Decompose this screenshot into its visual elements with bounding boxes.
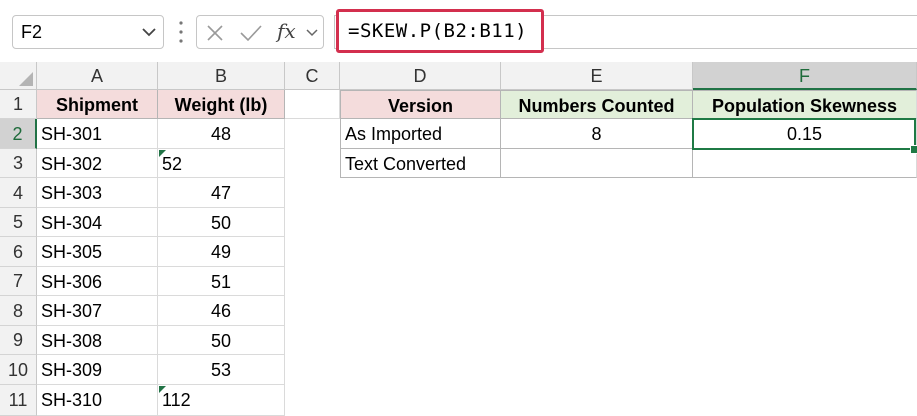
table-row-weight-text[interactable]: 112 (158, 385, 285, 416)
table-row-counted[interactable] (501, 149, 693, 178)
column-header-c[interactable]: C (285, 62, 340, 90)
row-header-5[interactable]: 5 (0, 208, 37, 237)
table-row-weight[interactable]: 49 (158, 237, 285, 267)
row-header-7[interactable]: 7 (0, 267, 37, 296)
table-row-skewness[interactable] (693, 149, 917, 178)
formula-bar: F2 fx =SKEW.P(B2:B11) (0, 0, 917, 62)
cancel-icon[interactable] (205, 24, 225, 42)
row-header-6[interactable]: 6 (0, 237, 37, 267)
table-row-weight[interactable]: 47 (158, 178, 285, 208)
header-shipment[interactable]: Shipment (37, 90, 158, 119)
table-row-weight-text[interactable]: 52 (158, 149, 285, 178)
row-header-3[interactable]: 3 (0, 149, 37, 178)
header-population-skewness[interactable]: Population Skewness (693, 90, 917, 119)
table-row-weight[interactable]: 53 (158, 355, 285, 385)
table-row-shipment[interactable]: SH-302 (37, 149, 158, 178)
row-header-1[interactable]: 1 (0, 90, 37, 119)
table-row-shipment[interactable]: SH-310 (37, 385, 158, 416)
table-row-counted[interactable]: 8 (501, 119, 693, 149)
active-cell-selection (692, 118, 916, 150)
table-row-shipment[interactable]: SH-308 (37, 326, 158, 355)
more-options-icon[interactable] (178, 19, 184, 45)
formula-input[interactable]: =SKEW.P(B2:B11) (336, 9, 544, 53)
table-row-version[interactable]: As Imported (340, 119, 501, 149)
table-row-shipment[interactable]: SH-301 (37, 119, 158, 149)
table-row-shipment[interactable]: SH-307 (37, 296, 158, 326)
row-header-9[interactable]: 9 (0, 326, 37, 355)
table-row-version[interactable]: Text Converted (340, 149, 501, 178)
row-header-11[interactable]: 11 (0, 385, 37, 416)
table-row-weight[interactable]: 50 (158, 326, 285, 355)
column-header-b[interactable]: B (158, 62, 285, 90)
row-header-10[interactable]: 10 (0, 355, 37, 385)
row-header-4[interactable]: 4 (0, 178, 37, 208)
formula-controls: fx (196, 15, 324, 49)
table-row-weight[interactable]: 48 (158, 119, 285, 149)
select-all-corner[interactable] (0, 62, 37, 90)
select-all-icon (19, 72, 33, 86)
table-row-weight[interactable]: 46 (158, 296, 285, 326)
formula-text: =SKEW.P(B2:B11) (348, 20, 528, 42)
table-row-weight[interactable]: 51 (158, 267, 285, 296)
column-header-e[interactable]: E (501, 62, 693, 90)
header-version[interactable]: Version (340, 90, 501, 119)
table-row-shipment[interactable]: SH-304 (37, 208, 158, 237)
name-box[interactable]: F2 (12, 15, 164, 49)
column-header-d[interactable]: D (340, 62, 501, 90)
table-row-shipment[interactable]: SH-303 (37, 178, 158, 208)
header-numbers-counted[interactable]: Numbers Counted (501, 90, 693, 119)
table-row-shipment[interactable]: SH-306 (37, 267, 158, 296)
empty-cell[interactable] (285, 90, 340, 119)
fill-handle[interactable] (910, 145, 917, 154)
header-weight[interactable]: Weight (lb) (158, 90, 285, 119)
insert-function-icon[interactable]: fx (277, 19, 296, 43)
chevron-down-icon[interactable] (141, 26, 157, 38)
chevron-down-icon[interactable] (305, 28, 319, 38)
name-box-value: F2 (21, 22, 43, 42)
enter-check-icon[interactable] (239, 24, 263, 42)
column-header-f[interactable]: F (693, 62, 917, 90)
table-row-shipment[interactable]: SH-305 (37, 237, 158, 267)
table-row-shipment[interactable]: SH-309 (37, 355, 158, 385)
row-header-8[interactable]: 8 (0, 296, 37, 326)
spreadsheet-grid: A B C D E F 1 2 3 4 5 6 7 8 9 10 11 Ship… (0, 62, 917, 416)
row-header-2[interactable]: 2 (0, 119, 37, 149)
column-header-a[interactable]: A (37, 62, 158, 90)
table-row-weight[interactable]: 50 (158, 208, 285, 237)
